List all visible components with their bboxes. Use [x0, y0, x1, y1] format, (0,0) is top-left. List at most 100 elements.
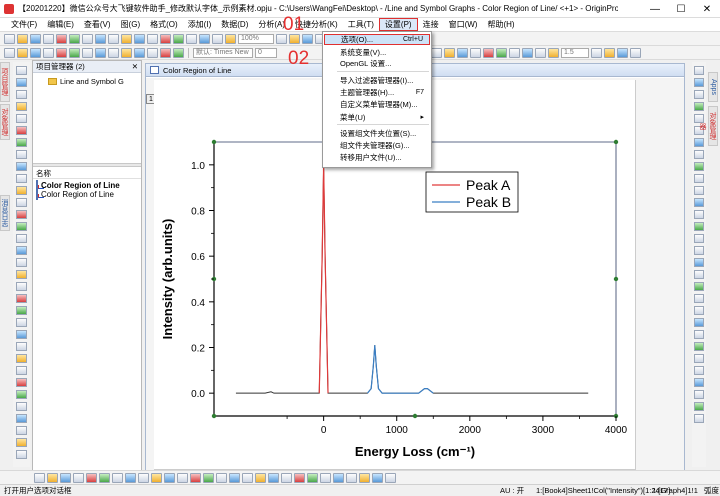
menu-item-2[interactable]: 查看(V) [79, 18, 116, 31]
toolbar-button-icon[interactable] [56, 33, 67, 44]
format-tool-icon[interactable] [694, 342, 704, 351]
font-name-select[interactable]: 默认: Times New [193, 47, 253, 58]
toolbar-button-icon[interactable] [548, 47, 559, 58]
bottom-toolbar-button-icon[interactable] [320, 472, 331, 483]
line-width-select[interactable]: 1.5 [561, 47, 589, 58]
menu-item-5[interactable]: 添加(I) [183, 18, 217, 31]
tool-icon[interactable] [16, 270, 27, 279]
dropdown-item-2[interactable]: OpenGL 设置... [324, 58, 430, 69]
toolbar-button-icon[interactable] [56, 47, 67, 58]
toolbar-button-icon[interactable] [212, 33, 223, 44]
tool-icon[interactable] [16, 66, 27, 75]
format-tool-icon[interactable] [694, 258, 704, 267]
toolbar-button-icon[interactable] [95, 33, 106, 44]
toolbar-button-icon[interactable] [483, 47, 494, 58]
toolbar-button-icon[interactable] [470, 47, 481, 58]
bottom-toolbar-button-icon[interactable] [99, 472, 110, 483]
toolbar-button-icon[interactable] [617, 47, 628, 58]
bottom-toolbar-button-icon[interactable] [34, 472, 45, 483]
format-tool-icon[interactable] [694, 150, 704, 159]
toolbar-button-icon[interactable] [4, 33, 15, 44]
tool-icon[interactable] [16, 126, 27, 135]
bottom-toolbar-button-icon[interactable] [151, 472, 162, 483]
tool-icon[interactable] [16, 222, 27, 231]
bottom-toolbar-button-icon[interactable] [255, 472, 266, 483]
dropdown-item-1[interactable]: 系统变量(V)... [324, 47, 430, 58]
toolbar-button-icon[interactable] [43, 47, 54, 58]
tool-icon[interactable] [16, 330, 27, 339]
dropdown-item-9[interactable]: 转移用户文件(U)... [324, 152, 430, 163]
toolbar-button-icon[interactable] [30, 47, 41, 58]
toolbar-button-icon[interactable] [509, 47, 520, 58]
toolbar-button-icon[interactable] [121, 33, 132, 44]
tool-icon[interactable] [16, 438, 27, 447]
tool-icon[interactable] [16, 258, 27, 267]
format-tool-icon[interactable] [694, 414, 704, 423]
list-item[interactable]: Color Region of Line [33, 180, 141, 191]
list-header-name[interactable]: 名称 [33, 168, 141, 179]
toolbar-button-icon[interactable] [225, 33, 236, 44]
menu-item-10[interactable]: 设置(P) [378, 18, 418, 31]
tool-icon[interactable] [16, 138, 27, 147]
format-tool-icon[interactable] [694, 330, 704, 339]
menu-item-12[interactable]: 窗口(W) [444, 18, 483, 31]
tool-icon[interactable] [16, 402, 27, 411]
toolbar-button-icon[interactable] [186, 33, 197, 44]
bottom-toolbar-button-icon[interactable] [333, 472, 344, 483]
close-window-button[interactable]: ✕ [694, 0, 720, 18]
toolbar-button-icon[interactable] [17, 33, 28, 44]
bottom-toolbar-button-icon[interactable] [294, 472, 305, 483]
format-tool-icon[interactable] [694, 114, 704, 123]
toolbar-button-icon[interactable] [69, 33, 80, 44]
bottom-toolbar-button-icon[interactable] [177, 472, 188, 483]
toolbar-button-icon[interactable] [522, 47, 533, 58]
format-tool-icon[interactable] [694, 402, 704, 411]
bottom-toolbar-button-icon[interactable] [268, 472, 279, 483]
toolbar-button-icon[interactable] [108, 33, 119, 44]
format-tool-icon[interactable] [694, 174, 704, 183]
toolbar-button-icon[interactable] [199, 33, 210, 44]
toolbar-button-icon[interactable] [496, 47, 507, 58]
toolbar-button-icon[interactable] [591, 47, 602, 58]
format-tool-icon[interactable] [694, 366, 704, 375]
tool-icon[interactable] [16, 114, 27, 123]
format-tool-icon[interactable] [694, 138, 704, 147]
tool-icon[interactable] [16, 306, 27, 315]
format-tool-icon[interactable] [694, 378, 704, 387]
format-tool-icon[interactable] [694, 282, 704, 291]
format-tool-icon[interactable] [694, 270, 704, 279]
bottom-toolbar-button-icon[interactable] [203, 472, 214, 483]
side-tab-project-explorer[interactable]: 项目管理器 [0, 62, 10, 102]
format-tool-icon[interactable] [694, 294, 704, 303]
tool-icon[interactable] [16, 150, 27, 159]
toolbar-button-icon[interactable] [121, 47, 132, 58]
bottom-toolbar-button-icon[interactable] [138, 472, 149, 483]
dropdown-item-7[interactable]: 设置组文件夹位置(S)... [324, 128, 430, 139]
tool-icon[interactable] [16, 162, 27, 171]
bottom-toolbar-button-icon[interactable] [125, 472, 136, 483]
bottom-toolbar-button-icon[interactable] [190, 472, 201, 483]
toolbar-button-icon[interactable] [535, 47, 546, 58]
toolbar-button-icon[interactable] [30, 33, 41, 44]
tool-icon[interactable] [16, 342, 27, 351]
toolbar-button-icon[interactable] [431, 47, 442, 58]
bottom-toolbar-button-icon[interactable] [359, 472, 370, 483]
menu-item-6[interactable]: 数据(D) [216, 18, 253, 31]
side-tab-messages[interactable]: 消息日志 [0, 195, 10, 231]
bottom-toolbar-button-icon[interactable] [385, 472, 396, 483]
tool-icon[interactable] [16, 102, 27, 111]
menu-item-11[interactable]: 连接 [418, 18, 444, 31]
toolbar-button-icon[interactable] [69, 47, 80, 58]
bottom-toolbar-button-icon[interactable] [229, 472, 240, 483]
menu-item-0[interactable]: 文件(F) [6, 18, 42, 31]
toolbar-button-icon[interactable] [82, 33, 93, 44]
tool-icon[interactable] [16, 174, 27, 183]
toolbar-button-icon[interactable] [17, 47, 28, 58]
side-tab-object-manager-right[interactable]: 对象管理器 [699, 106, 718, 146]
toolbar-button-icon[interactable] [82, 47, 93, 58]
bottom-toolbar-button-icon[interactable] [112, 472, 123, 483]
tool-icon[interactable] [16, 234, 27, 243]
menu-item-1[interactable]: 编辑(E) [42, 18, 79, 31]
tool-icon[interactable] [16, 282, 27, 291]
format-tool-icon[interactable] [694, 246, 704, 255]
